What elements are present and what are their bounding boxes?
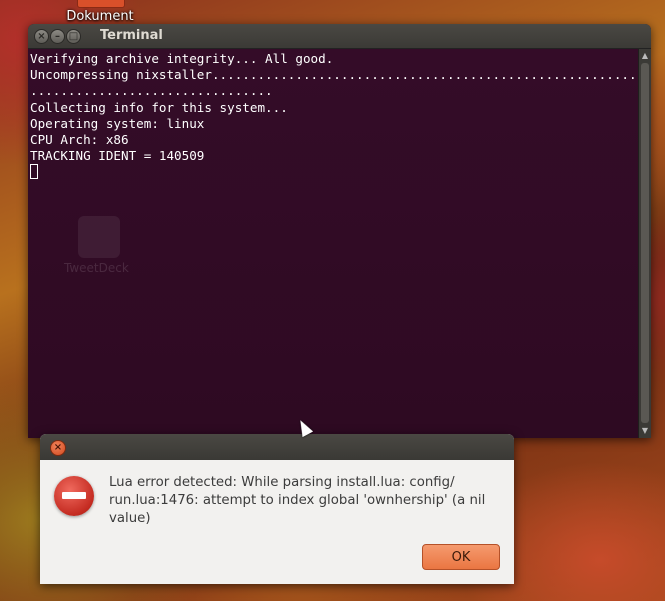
ghost-icon-label: TweetDeck — [64, 261, 129, 275]
terminal-line: Collecting info for this system... — [30, 99, 288, 115]
terminal-titlebar[interactable]: × – □ Terminal — [28, 24, 651, 49]
terminal-line: TRACKING IDENT = 140509 — [30, 148, 205, 164]
terminal-line: ................................ — [30, 83, 273, 99]
error-message: Lua error detected: While parsing instal… — [109, 475, 486, 526]
terminal-line: CPU Arch: x86 — [30, 132, 129, 148]
error-dialog[interactable]: × Lua error detected: While parsing inst… — [40, 434, 514, 584]
error-icon — [54, 476, 94, 516]
terminal-line: Operating system: linux — [30, 115, 205, 131]
ok-button[interactable]: OK — [422, 544, 500, 570]
tweetdeck-icon — [78, 216, 120, 258]
dialog-titlebar[interactable]: × — [40, 434, 514, 460]
document-folder-icon — [77, 0, 125, 8]
terminal-prompt-line — [30, 164, 638, 180]
window-title: Terminal — [100, 28, 163, 43]
maximize-icon[interactable]: □ — [66, 29, 81, 44]
desktop-icon-label: Dokument — [66, 9, 134, 24]
close-icon[interactable]: × — [50, 440, 66, 456]
minimize-icon[interactable]: – — [50, 29, 65, 44]
terminal-line: Uncompressing nixstaller................… — [30, 67, 638, 83]
terminal-output[interactable]: TweetDeck Verifying archive integrity...… — [28, 49, 638, 438]
terminal-window[interactable]: × – □ Terminal TweetDeck Verifying archi… — [28, 24, 651, 438]
scroll-down-icon[interactable]: ▼ — [641, 427, 649, 435]
scrollbar-thumb[interactable] — [641, 63, 649, 423]
close-icon[interactable]: × — [34, 29, 49, 44]
terminal-line: Verifying archive integrity... All good. — [30, 51, 334, 66]
text-cursor — [30, 164, 38, 180]
scroll-up-icon[interactable]: ▲ — [641, 52, 649, 60]
terminal-scrollbar[interactable]: ▲ ▼ — [638, 49, 651, 438]
